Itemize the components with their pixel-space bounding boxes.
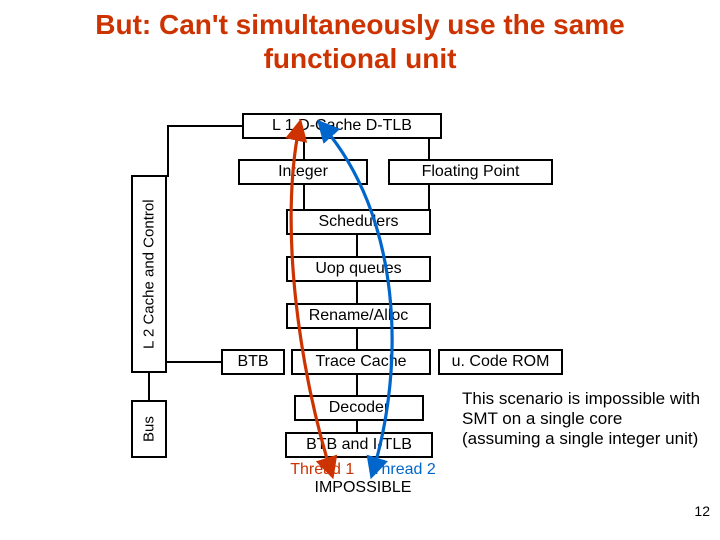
slide-title: But: Can't simultaneously use the same f… <box>0 0 720 75</box>
conn <box>428 139 430 159</box>
conn <box>356 235 358 256</box>
integer-unit-box: Integer <box>238 159 368 185</box>
l1-dcache-box: L 1 D-Cache D-TLB <box>242 113 442 139</box>
ucode-rom-box: u. Code ROM <box>438 349 563 375</box>
explanation-note: This scenario is impossible with SMT on … <box>462 389 702 449</box>
trace-cache-box: Trace Cache <box>291 349 431 375</box>
rename-alloc-box: Rename/Alloc <box>286 303 431 329</box>
conn <box>428 185 430 209</box>
bus-box: Bus <box>131 400 167 458</box>
conn <box>356 421 358 432</box>
conn <box>303 185 305 209</box>
diagram-stage: L 2 Cache and Control Bus L 1 D-Cache D-… <box>0 105 720 525</box>
threads-caption: Thread 1 Thread 2 IMPOSSIBLE <box>258 461 468 497</box>
btb-box: BTB <box>221 349 285 375</box>
thread2-label: Thread 2 <box>372 461 436 478</box>
conn <box>167 125 242 127</box>
uop-queues-box: Uop queues <box>286 256 431 282</box>
conn <box>167 125 169 177</box>
conn <box>148 373 150 400</box>
conn <box>356 375 358 395</box>
slide-number: 12 <box>694 503 710 519</box>
conn <box>356 329 358 349</box>
l2-cache-box: L 2 Cache and Control <box>131 175 167 373</box>
floating-point-box: Floating Point <box>388 159 553 185</box>
decoder-box: Decoder <box>294 395 424 421</box>
btb-itlb-box: BTB and I-TLB <box>285 432 433 458</box>
conn <box>356 282 358 303</box>
impossible-label: IMPOSSIBLE <box>258 479 468 497</box>
conn <box>167 361 221 363</box>
conn <box>303 139 305 159</box>
thread1-label: Thread 1 <box>290 461 354 478</box>
schedulers-box: Schedulers <box>286 209 431 235</box>
